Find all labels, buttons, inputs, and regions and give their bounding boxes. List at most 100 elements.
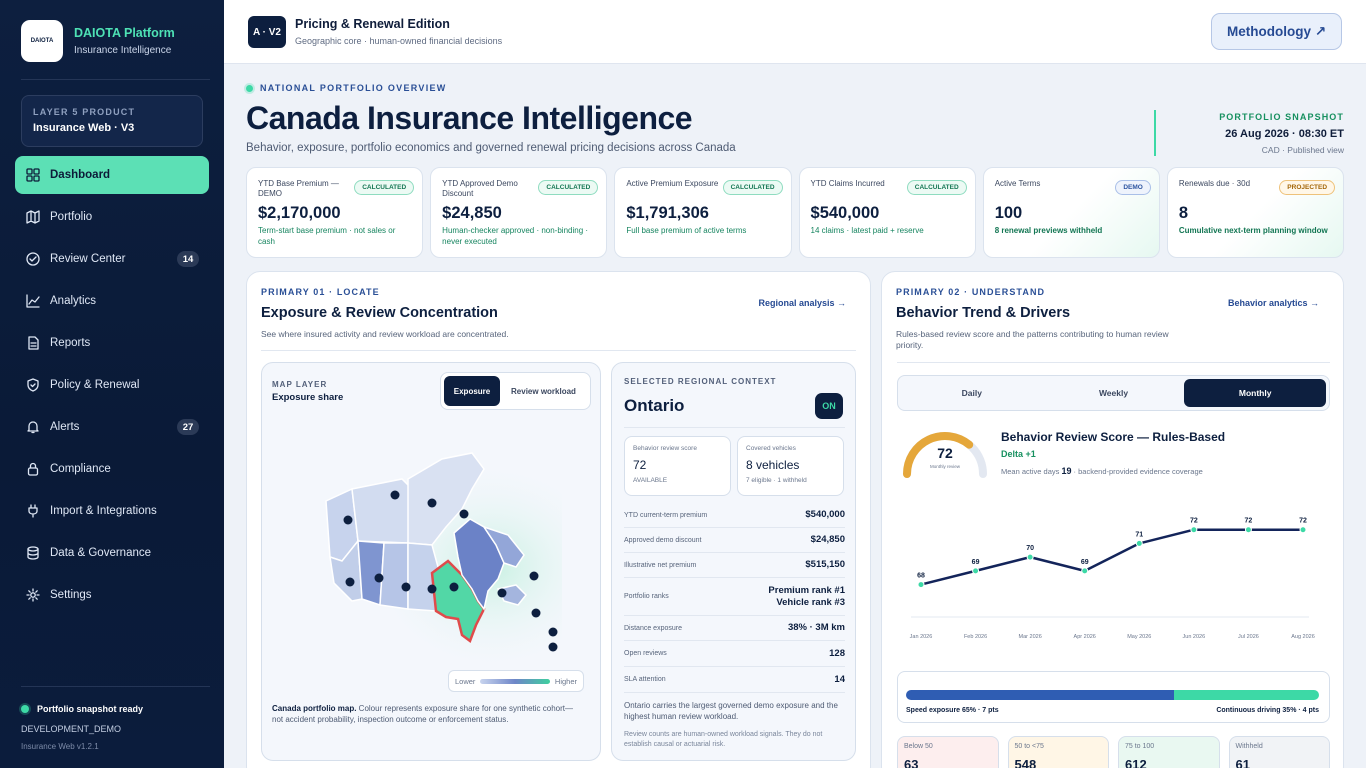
score-band-card[interactable]: Withheld 61 — [1228, 736, 1330, 768]
snapshot-date: 26 Aug 2026 · 08:30 ET — [1225, 128, 1344, 140]
version-label: Insurance Web v1.2.1 — [21, 742, 99, 751]
sidebar-item-portfolio[interactable]: Portfolio — [15, 198, 209, 236]
kpi-tag: CALCULATED — [538, 180, 599, 195]
legend-gradient — [480, 678, 551, 684]
edition-subtitle: Geographic core · human-owned financial … — [295, 36, 503, 46]
sidebar-item-compliance[interactable]: Compliance — [15, 450, 209, 488]
data-point — [1299, 526, 1307, 534]
chart-line-icon — [26, 294, 40, 308]
brand-subtitle: Insurance Intelligence — [74, 45, 172, 56]
count-badge: 27 — [177, 419, 199, 435]
sidebar-item-label: Compliance — [50, 463, 111, 475]
panel-divider — [261, 350, 856, 351]
speed-exposure-segment — [906, 690, 1175, 700]
product-selector[interactable]: LAYER 5 PRODUCT Insurance Web · V3 — [21, 95, 203, 147]
score-band-card[interactable]: 75 to 100 612 — [1118, 736, 1220, 768]
snapshot-note: CAD · Published view — [1261, 145, 1344, 155]
sidebar-footer: Portfolio snapshot ready DEVELOPMENT_DEM… — [21, 704, 143, 751]
kpi-tag: PROJECTED — [1279, 180, 1336, 195]
data-label: 68 — [917, 573, 925, 580]
band-label: Withheld — [1235, 743, 1263, 750]
sidebar-item-reports[interactable]: Reports — [15, 324, 209, 362]
kpi-card[interactable]: YTD Claims Incurred CALCULATED $540,000 14 … — [798, 167, 976, 258]
map-caption: Canada portfolio map. Colour represents … — [272, 703, 582, 725]
region-code-badge[interactable]: ON — [815, 393, 843, 419]
x-tick-label: Jul 2026 — [1238, 634, 1259, 640]
kpi-tag: CALCULATED — [354, 180, 415, 195]
data-label: 72 — [1190, 518, 1198, 525]
panel-title: Behavior Trend & Drivers — [896, 305, 1071, 321]
grid-icon — [26, 168, 40, 182]
kpi-card[interactable]: Renewals due · 30d PROJECTED 8 Cumulative n… — [1166, 167, 1345, 258]
product-label: LAYER 5 PRODUCT — [33, 107, 136, 117]
exposure-toggle[interactable]: Exposure — [444, 376, 500, 406]
context-row-value: $540,000 — [805, 509, 845, 520]
behavior-score-value: 72 — [633, 458, 647, 472]
regional-analysis-link[interactable]: Regional analysis → — [758, 298, 846, 308]
kpi-note: Term-start base premium · not sales or c… — [258, 226, 396, 246]
sidebar-item-label: Policy & Renewal — [50, 379, 140, 391]
review-workload-toggle[interactable]: Review workload — [500, 376, 587, 406]
sidebar-item-label: Analytics — [50, 295, 97, 307]
score-band-card[interactable]: 50 to <75 548 — [1007, 736, 1109, 768]
kicker-dot — [246, 84, 253, 92]
context-row: Illustrative net premium $515,150 — [624, 553, 845, 578]
kpi-label: Active Premium Exposure — [626, 179, 719, 188]
kpi-card[interactable]: YTD Base Premium — DEMO CALCULATED $2,170,… — [246, 167, 424, 258]
sidebar-divider — [21, 686, 210, 687]
kpi-value: $2,170,000 — [258, 204, 341, 222]
continuous-driving-label: Continuous driving 35% · 4 pts — [1216, 707, 1319, 714]
version-badge: A · V2 — [248, 16, 286, 48]
score-band-card[interactable]: Below 50 63 — [897, 736, 999, 768]
legend-low: Lower — [455, 676, 476, 686]
methodology-button[interactable]: Methodology ↗ — [1211, 13, 1342, 50]
context-row: SLA attention 14 — [624, 667, 845, 693]
context-row-label: YTD current-term premium — [624, 511, 708, 519]
sidebar-item-label: Data & Governance — [50, 547, 152, 559]
map-card: MAP LAYER Exposure share Exposure Review… — [261, 362, 601, 761]
sidebar-item-label: Alerts — [50, 421, 80, 433]
behavior-analytics-link[interactable]: Behavior analytics → — [1228, 298, 1319, 308]
kpi-card[interactable]: Active Terms DEMO 100 8 renewal previews wi… — [982, 167, 1160, 258]
x-tick-label: Aug 2026 — [1291, 634, 1315, 640]
context-row-value: 128 — [829, 647, 845, 659]
tab-daily[interactable]: Daily — [901, 379, 1043, 407]
data-point — [1135, 539, 1143, 547]
sidebar-item-alerts[interactable]: Alerts 27 — [15, 408, 209, 446]
band-value: 63 — [904, 757, 919, 768]
shield-icon — [26, 378, 40, 392]
sidebar-item-dashboard[interactable]: Dashboard — [15, 156, 209, 194]
kpi-card[interactable]: Active Premium Exposure CALCULATED $1,791,… — [614, 167, 792, 258]
kpi-value: 8 — [1178, 204, 1189, 222]
sidebar-item-settings[interactable]: Settings — [15, 576, 209, 614]
tab-monthly[interactable]: Monthly — [1184, 379, 1327, 407]
snapshot-label: PORTFOLIO SNAPSHOT — [1219, 112, 1344, 122]
map-caption-title: Canada portfolio map. — [272, 704, 357, 713]
kpi-card[interactable]: YTD Approved Demo Discount CALCULATED $24,… — [430, 167, 608, 258]
panel-subtitle: See where insured activity and review wo… — [261, 329, 509, 339]
context-row-label: SLA attention — [624, 676, 666, 683]
score-meta: Mean active days 19 · backend-provided e… — [1001, 466, 1203, 476]
lock-icon — [26, 462, 40, 476]
canada-map[interactable] — [312, 449, 562, 663]
score-delta: Delta +1 — [1001, 449, 1036, 459]
tab-weekly[interactable]: Weekly — [1043, 379, 1185, 407]
sidebar-item-label: Portfolio — [50, 211, 93, 223]
brand[interactable]: DAIOTA DAIOTA Platform Insurance Intelli… — [21, 20, 175, 62]
context-row-label: Distance exposure — [624, 624, 682, 632]
portfolio-snapshot: PORTFOLIO SNAPSHOT 26 Aug 2026 · 08:30 E… — [1219, 112, 1344, 155]
context-row-label: Illustrative net premium — [624, 561, 697, 569]
sidebar-item-data-governance[interactable]: Data & Governance — [15, 534, 209, 572]
sidebar-item-import-integrations[interactable]: Import & Integrations — [15, 492, 209, 530]
band-value: 612 — [1125, 757, 1147, 768]
sidebar-nav: Dashboard Portfolio Review Center 14 Analyti… — [15, 156, 209, 618]
sidebar-item-policy-renewal[interactable]: Policy & Renewal — [15, 366, 209, 404]
band-value: 61 — [1235, 757, 1250, 768]
snapshot-status: Portfolio snapshot ready — [37, 704, 144, 714]
score-bands: Below 50 63 50 to <75 548 75 to 100 612 Withhe… — [897, 736, 1330, 768]
panel-title: Exposure & Review Concentration — [261, 305, 498, 321]
sidebar-item-analytics[interactable]: Analytics — [15, 282, 209, 320]
context-row: Distance exposure 38% · 3M km — [624, 616, 845, 641]
map-layer-value: Exposure share — [272, 392, 344, 403]
sidebar-item-review-center[interactable]: Review Center 14 — [15, 240, 209, 278]
